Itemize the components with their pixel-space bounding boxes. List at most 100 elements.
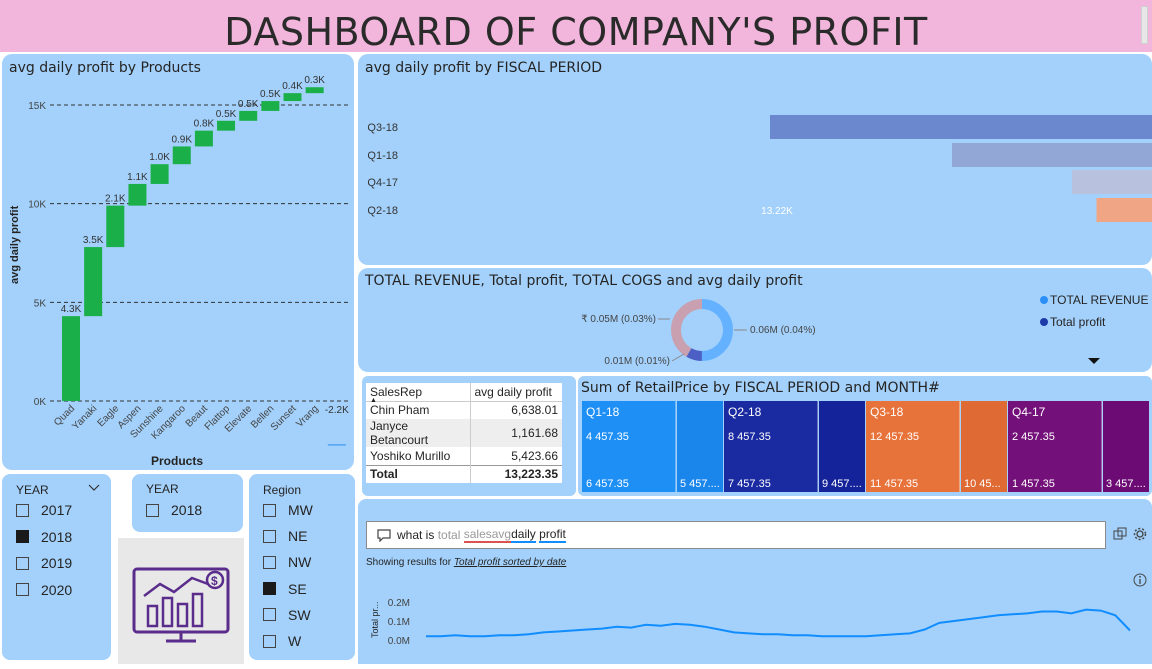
table-row[interactable]: Chin Pham6,638.01 xyxy=(366,401,562,419)
treemap-group[interactable]: Q4-172 457.351 457.35 xyxy=(1008,401,1102,492)
avg-profit-header[interactable]: avg daily profit xyxy=(470,383,562,401)
treemap-tile[interactable]: 5 457.... xyxy=(677,401,723,492)
slicer-checkbox[interactable] xyxy=(16,557,29,570)
chevron-down-icon[interactable] xyxy=(88,484,100,492)
slicer-item[interactable]: NW xyxy=(263,553,311,571)
donut-revenue-label: 0.06M (0.04%) xyxy=(750,325,816,336)
salesrep-header[interactable]: SalesRep▲ xyxy=(366,383,470,401)
x-tick-label: Yanaki xyxy=(70,403,99,432)
waterfall-data-label: 0.9K xyxy=(171,134,192,145)
waterfall-bar[interactable] xyxy=(306,87,324,93)
donut-profit-label: 0.01M (0.01%) xyxy=(604,356,670,367)
waterfall-ylabel: avg daily profit xyxy=(9,205,21,284)
scrollbar-thumb[interactable] xyxy=(1141,6,1148,44)
table-row[interactable]: Yoshiko Murillo5,423.66 xyxy=(366,447,562,465)
waterfall-bar[interactable] xyxy=(261,101,279,111)
y-tick-label: 0.0M xyxy=(388,636,410,647)
gear-icon[interactable] xyxy=(1133,527,1147,541)
waterfall-bar[interactable] xyxy=(284,93,302,101)
table-cell: Chin Pham xyxy=(366,401,470,419)
sort-arrow-icon[interactable]: ▲ xyxy=(370,397,377,404)
waterfall-data-label: 1.0K xyxy=(149,152,170,163)
info-icon[interactable] xyxy=(1133,573,1147,587)
treemap-value: 9 457.... xyxy=(822,478,862,490)
funnel-category-label: Q1-18 xyxy=(367,150,398,162)
treemap-group[interactable]: Q3-1812 457.3511 457.35 xyxy=(866,401,960,492)
donut-cogs-label: ₹ 0.05M (0.03%) xyxy=(581,314,656,325)
dashboard-title: DASHBOARD OF COMPANY'S PROFIT xyxy=(0,10,1152,54)
waterfall-xlabel: Products xyxy=(151,454,203,468)
slicer-checkbox[interactable] xyxy=(146,504,159,517)
slicer-item[interactable]: 2019 xyxy=(16,554,72,572)
slicer-item-label: 2018 xyxy=(171,502,202,518)
slicer-item[interactable]: 2020 xyxy=(16,581,72,599)
waterfall-bar[interactable] xyxy=(106,206,124,247)
treemap-value: 6 457.35 xyxy=(586,478,629,490)
legend-marker xyxy=(1040,296,1048,304)
waterfall-bar[interactable] xyxy=(328,444,346,445)
waterfall-bar[interactable] xyxy=(151,164,169,184)
header-bar: DASHBOARD OF COMPANY'S PROFIT xyxy=(0,0,1152,52)
funnel-bar[interactable] xyxy=(1097,198,1152,222)
waterfall-bar[interactable] xyxy=(173,146,191,164)
treemap-tile[interactable]: 3 457.... xyxy=(1103,401,1149,492)
funnel-category-label: Q3-18 xyxy=(367,122,398,134)
slicer-checkbox[interactable] xyxy=(16,530,29,543)
year-slicer-2: YEAR 2018 xyxy=(132,474,243,532)
slicer-item[interactable]: SE xyxy=(263,580,307,598)
slicer-item[interactable]: SW xyxy=(263,606,311,624)
legend-scroll-down-icon[interactable] xyxy=(1088,358,1100,364)
waterfall-bar[interactable] xyxy=(128,184,146,206)
slicer-item[interactable]: 2017 xyxy=(16,501,72,519)
slicer-checkbox[interactable] xyxy=(16,504,29,517)
treemap-group[interactable]: Q2-188 457.357 457.35 xyxy=(724,401,818,492)
legend-item[interactable]: TOTAL REVENUE xyxy=(1050,293,1148,307)
treemap-tile[interactable]: 10 45... xyxy=(961,401,1007,492)
slicer-item[interactable]: W xyxy=(263,632,301,650)
treemap-group-label: Q4-17 xyxy=(1012,405,1045,419)
convert-visual-icon[interactable] xyxy=(1113,527,1127,541)
qa-showing-prefix: Showing results for xyxy=(366,557,451,568)
waterfall-bar[interactable] xyxy=(84,247,102,316)
treemap-value: 2 457.35 xyxy=(1012,431,1055,443)
legend-marker xyxy=(1040,318,1048,326)
slicer-item[interactable]: MW xyxy=(263,501,313,519)
funnel-panel: avg daily profit by FISCAL PERIOD Q3-18Q… xyxy=(358,54,1152,265)
profit-line[interactable] xyxy=(426,610,1130,637)
table-cell: 13,223.35 xyxy=(470,465,562,483)
waterfall-data-label: 3.5K xyxy=(83,235,104,246)
waterfall-bar[interactable] xyxy=(195,131,213,147)
waterfall-bar[interactable] xyxy=(217,121,235,131)
funnel-bar[interactable] xyxy=(952,143,1152,167)
slicer-item-label: MW xyxy=(288,502,313,518)
slicer-item-label: 2020 xyxy=(41,582,72,598)
legend-item[interactable]: Total profit xyxy=(1050,315,1106,329)
waterfall-bar[interactable] xyxy=(239,111,257,121)
slicer-item[interactable]: 2018 xyxy=(146,501,202,519)
funnel-bar[interactable] xyxy=(1072,170,1152,194)
waterfall-bar[interactable] xyxy=(62,316,80,401)
qa-search-input[interactable]: what is total salesavgdaily profit xyxy=(366,521,1106,549)
slicer-checkbox[interactable] xyxy=(16,583,29,596)
slicer-checkbox[interactable] xyxy=(263,608,276,621)
table-cell: 5,423.66 xyxy=(470,447,562,465)
slicer-item-label: SE xyxy=(288,581,307,597)
waterfall-panel: avg daily profit by Products avg daily p… xyxy=(2,54,354,470)
qa-word: what is xyxy=(397,528,434,542)
slicer-checkbox[interactable] xyxy=(263,530,276,543)
slicer-checkbox[interactable] xyxy=(263,556,276,569)
waterfall-data-label: 0.4K xyxy=(282,81,303,92)
slicer-checkbox[interactable] xyxy=(263,504,276,517)
funnel-bar[interactable] xyxy=(770,115,1152,139)
treemap-group-label: Q1-18 xyxy=(586,405,619,419)
waterfall-data-label: 0.3K xyxy=(304,75,325,86)
slicer-item[interactable]: NE xyxy=(263,527,307,545)
slicer-checkbox[interactable] xyxy=(263,582,276,595)
qa-chart-ylabel: Total pr... xyxy=(370,601,380,638)
treemap-group[interactable]: Q1-184 457.356 457.35 xyxy=(582,401,676,492)
treemap-tile[interactable]: 9 457.... xyxy=(819,401,865,492)
slicer-checkbox[interactable] xyxy=(263,635,276,648)
qa-result-link[interactable]: Total profit sorted by date xyxy=(454,557,566,568)
slicer-item[interactable]: 2018 xyxy=(16,528,72,546)
table-row[interactable]: Janyce Betancourt1,161.68 xyxy=(366,419,562,447)
